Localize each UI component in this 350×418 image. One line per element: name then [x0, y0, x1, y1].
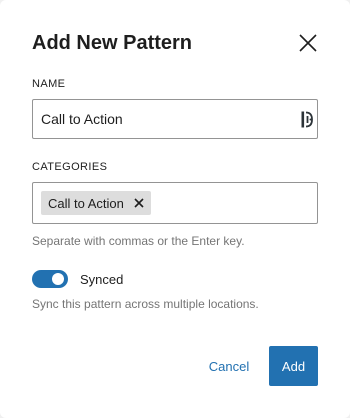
name-label: NAME [32, 78, 66, 90]
categories-help-text: Separate with commas or the Enter key. [32, 234, 245, 248]
synced-toggle[interactable] [32, 270, 68, 288]
categories-field[interactable]: Call to Action [32, 182, 318, 224]
toggle-knob [52, 273, 64, 285]
category-token-label: Call to Action [48, 195, 124, 211]
synced-label: Synced [80, 272, 124, 287]
cancel-button[interactable]: Cancel [198, 346, 260, 386]
add-pattern-modal: Add New Pattern NAME CATEGORIES Call to … [0, 0, 350, 418]
name-field[interactable] [32, 99, 318, 139]
close-icon [134, 198, 144, 208]
categories-label: CATEGORIES [32, 161, 108, 173]
remove-token-button[interactable] [133, 197, 145, 209]
category-token: Call to Action [41, 191, 151, 215]
modal-title: Add New Pattern [32, 32, 193, 54]
close-icon [299, 34, 317, 52]
password-manager-icon[interactable] [301, 111, 315, 128]
close-button[interactable] [296, 31, 320, 55]
name-input[interactable] [41, 100, 291, 138]
add-button[interactable]: Add [269, 346, 318, 386]
synced-help-text: Sync this pattern across multiple locati… [32, 297, 259, 311]
